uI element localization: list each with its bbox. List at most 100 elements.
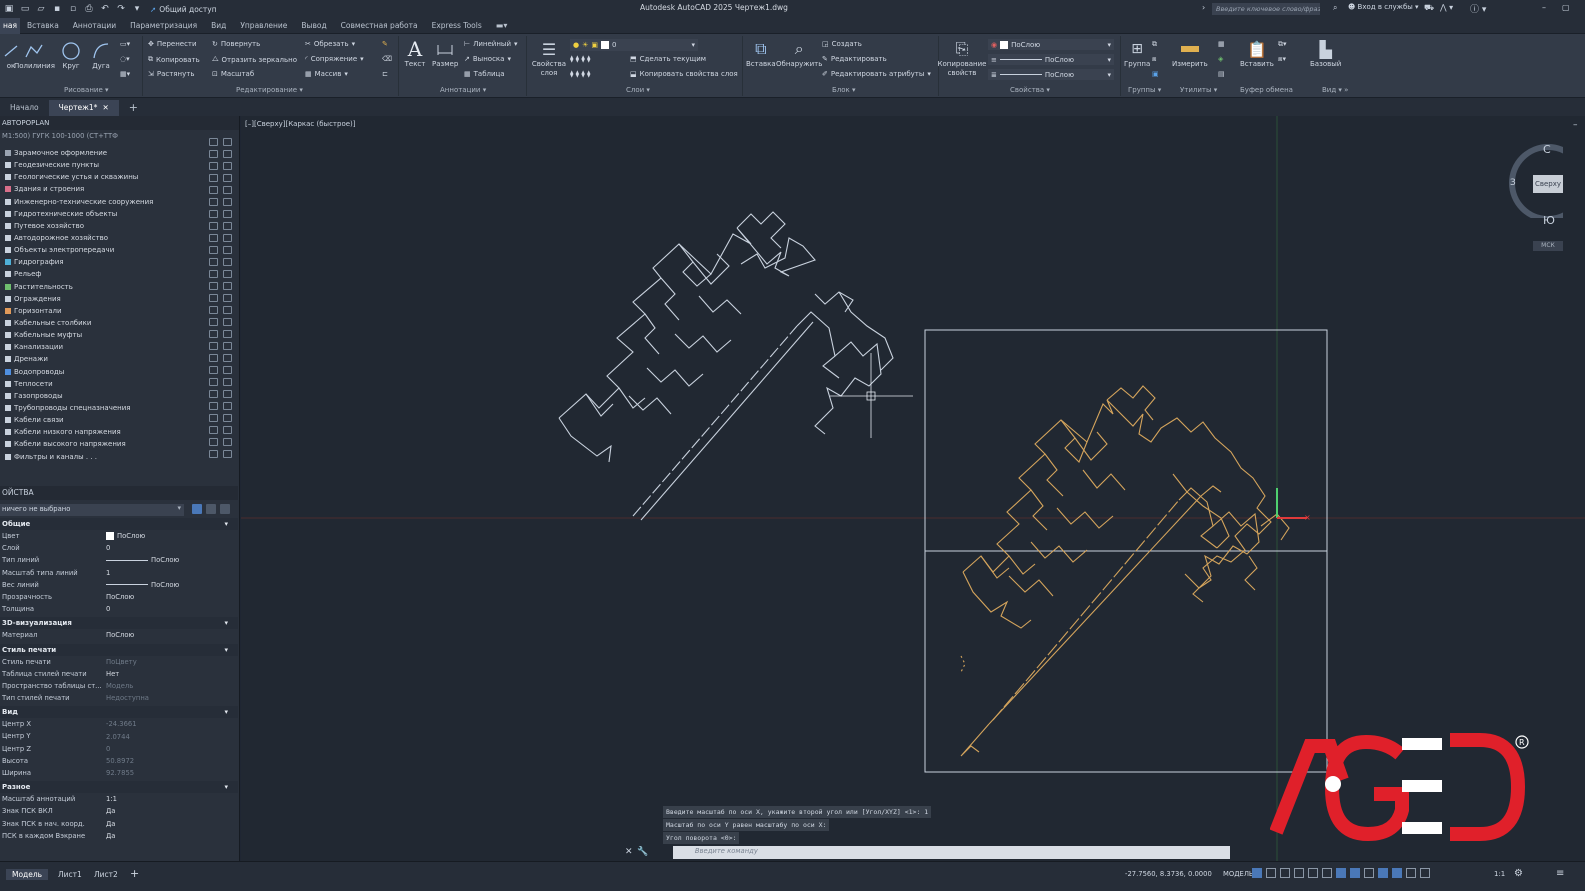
group-button[interactable]: ⊞ Группа — [1124, 38, 1150, 68]
array-button[interactable]: ▦ Массив ▾ — [305, 70, 348, 78]
palette-tool-icon[interactable] — [208, 414, 218, 422]
property-value[interactable]: 1 — [106, 567, 110, 579]
property-value[interactable]: 0 — [106, 603, 110, 615]
scale-button[interactable]: ⊡ Масштаб — [212, 70, 254, 78]
property-row[interactable]: Тип линий ПоСлою — [0, 554, 238, 566]
stretch-button[interactable]: ⇲ Растянуть — [148, 70, 194, 78]
palette-tool-icon[interactable] — [222, 162, 232, 170]
property-row[interactable]: Пространство таблицы ст... Модель — [0, 680, 238, 692]
tab-express-tools[interactable]: Express Tools — [425, 18, 489, 34]
tab-output[interactable]: Вывод — [294, 18, 333, 34]
quick-select-icon[interactable] — [220, 504, 230, 514]
quick-select-icon[interactable]: ▤ — [1218, 70, 1225, 78]
panel-properties[interactable]: Свойства ▾ — [1010, 86, 1050, 94]
palette-tool-icon[interactable] — [222, 378, 232, 386]
customize-status-icon[interactable]: ≡ — [1556, 868, 1564, 879]
property-row[interactable]: Центр Z 0 — [0, 743, 238, 755]
palette-tool-icon[interactable] — [222, 402, 232, 410]
linear-dim-button[interactable]: ⊢ Линейный ▾ — [464, 40, 518, 48]
layer-category-item[interactable]: Фильтры и каналы . . . — [0, 451, 200, 463]
redo-icon[interactable]: ↷ — [114, 3, 128, 15]
layer-category-item[interactable]: Гидротехнические объекты — [0, 208, 200, 220]
layer-tools-row2[interactable]: ⧫ ⧫ ⧫ ⧫ — [570, 70, 591, 78]
layer-category-item[interactable]: Геодезические пункты — [0, 159, 200, 171]
pencil-icon[interactable]: ✎ — [382, 40, 388, 48]
layer-category-item[interactable]: Горизонтали — [0, 305, 200, 317]
palette-tool-icon[interactable] — [208, 162, 218, 170]
palette-tool-icon[interactable] — [222, 258, 232, 266]
palette-tool-icon[interactable] — [208, 186, 218, 194]
arc-button[interactable]: Дуга — [90, 40, 112, 70]
color-dropdown[interactable]: ◉ ПоСлою ▾ — [988, 39, 1114, 50]
tab-drawing1[interactable]: Чертеж1* ✕ — [48, 100, 119, 116]
palette-tool-icon[interactable] — [222, 306, 232, 314]
property-row[interactable]: Знак ПСК в нач. коорд. Да — [0, 818, 238, 830]
palette-tool-icon[interactable] — [208, 222, 218, 230]
layer-category-item[interactable]: Теплосети — [0, 378, 200, 390]
print-icon[interactable]: ⎙ — [82, 3, 96, 15]
polyline-button[interactable]: Полилиния — [14, 40, 55, 70]
grid-icon[interactable] — [1252, 868, 1262, 878]
palette-tool-icon[interactable] — [222, 366, 232, 374]
layer-category-item[interactable]: Кабели связи — [0, 414, 200, 426]
qat-dropdown-icon[interactable]: ▾ — [130, 3, 144, 15]
palette-tool-icon[interactable] — [208, 450, 218, 458]
copy-button[interactable]: ⧉ Копировать — [148, 55, 200, 64]
property-value[interactable]: 1:1 — [106, 793, 117, 805]
palette-tool-icon[interactable] — [208, 234, 218, 242]
layer-category-item[interactable]: Трубопроводы спецназначения — [0, 402, 200, 414]
close-cmd-icon[interactable]: ✕ — [625, 847, 637, 857]
property-section-header[interactable]: Стиль печати ▾ — [0, 643, 238, 656]
palette-tool-icon[interactable] — [222, 354, 232, 362]
tab-layout2[interactable]: Лист2 — [94, 870, 118, 879]
palette-tool-icon[interactable] — [208, 378, 218, 386]
layer-dropdown[interactable]: ● ☀ ▣ 0 ▾ — [570, 39, 698, 51]
layer-properties-button[interactable]: ☰ Свойства слоя — [532, 38, 566, 78]
palette-tool-icon[interactable] — [222, 450, 232, 458]
ribbon-toggle-icon[interactable]: ▬▾ — [489, 18, 515, 34]
mirror-button[interactable]: ⧍ Отразить зеркально — [212, 55, 297, 64]
property-row[interactable]: Толщина 0 — [0, 603, 238, 615]
share-button[interactable]: ➚ Общий доступ — [150, 5, 217, 14]
property-row[interactable]: Тип стилей печати Недоступна — [0, 692, 238, 704]
layer-category-item[interactable]: Дренажи — [0, 353, 200, 365]
circle-button[interactable]: Круг — [60, 40, 82, 70]
palette-tool-icon[interactable] — [208, 210, 218, 218]
property-value[interactable]: 50.8972 — [106, 755, 134, 767]
property-value[interactable]: Да — [106, 830, 115, 842]
collapse-icon[interactable]: ▾ — [224, 781, 228, 793]
property-row[interactable]: Слой 0 — [0, 542, 238, 554]
collapse-icon[interactable]: ▾ — [224, 706, 228, 718]
palette-tool-icon[interactable] — [222, 246, 232, 254]
maximize-button[interactable]: ▢ — [1562, 3, 1570, 12]
create-block-button[interactable]: ◲ Создать — [822, 40, 862, 48]
edit-attributes-button[interactable]: ✐ Редактировать атрибуты ▾ — [822, 70, 931, 78]
palette-tool-icon[interactable] — [208, 258, 218, 266]
layer-category-item[interactable]: Объекты электропередачи — [0, 244, 200, 256]
search-chevron-icon[interactable]: › — [1202, 3, 1205, 12]
undo-icon[interactable]: ↶ — [98, 3, 112, 15]
match-properties-button[interactable]: ⎘ Копирование свойств — [938, 38, 987, 78]
palette-tool-icon[interactable] — [222, 426, 232, 434]
layer-category-item[interactable]: Инженерно-технические сооружения — [0, 196, 200, 208]
property-value[interactable]: 2.0744 — [106, 730, 130, 742]
layer-category-item[interactable]: Газопроводы — [0, 390, 200, 402]
hatch-icon[interactable]: ◌▾ — [120, 55, 130, 63]
cut-icon[interactable]: ⧈▾ — [1278, 55, 1286, 64]
dimension-button[interactable]: Размер — [432, 38, 458, 68]
palette-tool-icon[interactable] — [222, 138, 232, 146]
select-objects-icon[interactable] — [206, 504, 216, 514]
palette-tool-icon[interactable] — [208, 294, 218, 302]
region-icon[interactable]: ▦▾ — [120, 70, 130, 78]
annotation-scale-value[interactable]: 1:1 — [1494, 870, 1505, 878]
open-file-icon[interactable]: ▱ — [34, 3, 48, 15]
copy-clip-icon[interactable]: ⧉▾ — [1278, 40, 1287, 49]
panel-modify[interactable]: Редактирование ▾ — [236, 86, 303, 94]
property-value[interactable]: Нет — [106, 668, 119, 680]
palette-tool-icon[interactable] — [208, 270, 218, 278]
isodraft-icon[interactable] — [1308, 868, 1318, 878]
property-row[interactable]: Ширина 92.7855 — [0, 767, 238, 779]
property-value[interactable]: 0 — [106, 542, 110, 554]
palette-tool-icon[interactable] — [222, 210, 232, 218]
leader-button[interactable]: ↗ Выноска ▾ — [464, 55, 511, 63]
